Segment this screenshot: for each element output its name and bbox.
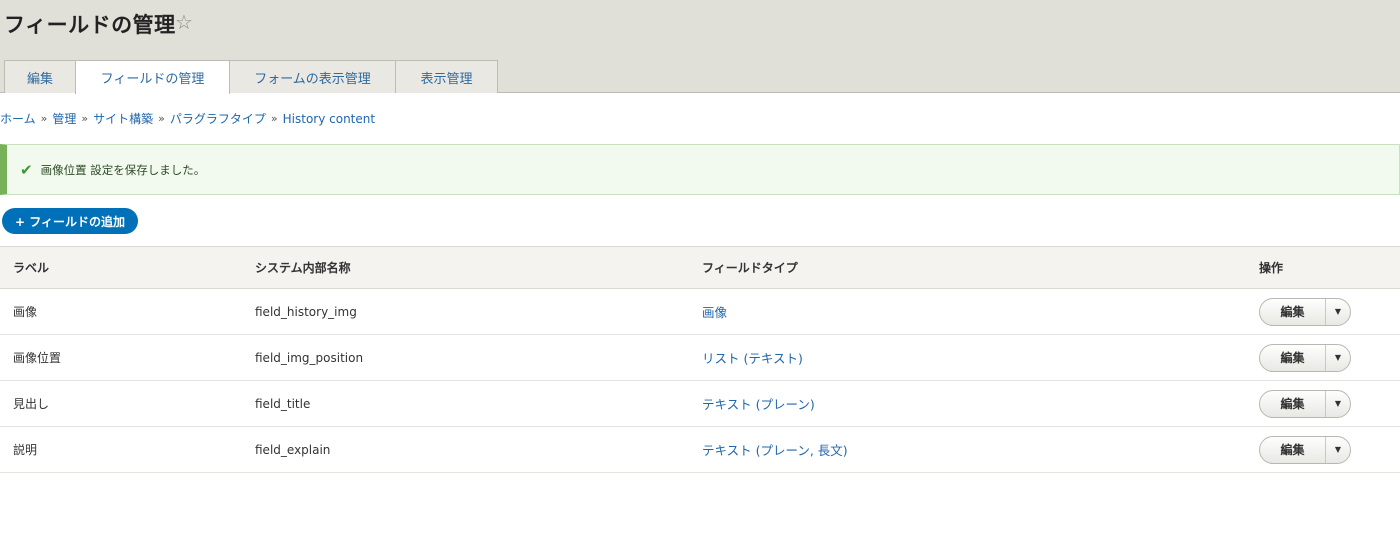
breadcrumb-home[interactable]: ホーム — [0, 110, 36, 127]
tab-manage-form-display[interactable]: フォームの表示管理 — [229, 60, 396, 93]
breadcrumb-separator: » — [40, 112, 48, 125]
field-type-link[interactable]: リスト (テキスト) — [702, 351, 803, 366]
field-type-cell: リスト (テキスト) — [686, 334, 1244, 381]
operations-dropbutton: 編集 ▼ — [1259, 343, 1351, 372]
page-title: フィールドの管理 — [4, 13, 176, 37]
edit-button[interactable]: 編集 — [1260, 390, 1326, 417]
operations-dropbutton: 編集 ▼ — [1259, 389, 1351, 418]
edit-button[interactable]: 編集 — [1260, 436, 1326, 463]
breadcrumb-separator: » — [158, 112, 165, 125]
table-row: 見出し field_title テキスト (プレーン) 編集 ▼ — [0, 380, 1400, 427]
field-label: 見出し — [0, 380, 240, 427]
field-label: 画像 — [0, 288, 240, 335]
column-header-field-type: フィールドタイプ — [686, 246, 1244, 289]
tab-manage-fields[interactable]: フィールドの管理 — [75, 60, 230, 94]
breadcrumb-admin[interactable]: 管理 — [52, 110, 76, 127]
star-icon[interactable]: ☆ — [175, 10, 193, 34]
column-header-operations: 操作 — [1244, 246, 1400, 289]
breadcrumb-structure[interactable]: サイト構築 — [93, 110, 153, 127]
edit-button[interactable]: 編集 — [1260, 298, 1326, 325]
operations-dropbutton: 編集 ▼ — [1259, 297, 1351, 326]
breadcrumb-separator: » — [270, 112, 278, 125]
operations-cell: 編集 ▼ — [1244, 426, 1400, 473]
field-type-link[interactable]: 画像 — [702, 305, 727, 320]
field-type-cell: 画像 — [686, 288, 1244, 335]
dropdown-arrow-icon[interactable]: ▼ — [1326, 391, 1350, 417]
field-type-cell: テキスト (プレーン) — [686, 380, 1244, 427]
breadcrumb-paragraph-types[interactable]: パラグラフタイプ — [170, 110, 266, 127]
dropdown-arrow-icon[interactable]: ▼ — [1326, 345, 1350, 371]
field-machine-name: field_history_img — [240, 288, 686, 335]
table-row: 画像 field_history_img 画像 編集 ▼ — [0, 288, 1400, 335]
edit-button[interactable]: 編集 — [1260, 344, 1326, 371]
status-message: ✔ 画像位置 設定を保存しました。 — [0, 144, 1400, 195]
field-type-link[interactable]: テキスト (プレーン, 長文) — [702, 443, 848, 458]
add-field-button[interactable]: + フィールドの追加 — [2, 208, 138, 234]
field-machine-name: field_explain — [240, 426, 686, 473]
operations-dropbutton: 編集 ▼ — [1259, 435, 1351, 464]
tab-manage-display[interactable]: 表示管理 — [395, 60, 498, 93]
operations-cell: 編集 ▼ — [1244, 380, 1400, 427]
table-header-row: ラベル システム内部名称 フィールドタイプ 操作 — [0, 246, 1400, 289]
fields-table: ラベル システム内部名称 フィールドタイプ 操作 画像 field_histor… — [0, 246, 1400, 473]
tab-edit[interactable]: 編集 — [4, 60, 76, 93]
field-type-cell: テキスト (プレーン, 長文) — [686, 426, 1244, 473]
dropdown-arrow-icon[interactable]: ▼ — [1326, 437, 1350, 463]
field-machine-name: field_img_position — [240, 334, 686, 381]
breadcrumb-separator: » — [81, 112, 89, 125]
table-row: 画像位置 field_img_position リスト (テキスト) 編集 ▼ — [0, 334, 1400, 381]
field-label: 説明 — [0, 426, 240, 473]
page-header: フィールドの管理 ☆ 編集 フィールドの管理 フォームの表示管理 表示管理 — [0, 0, 1400, 94]
checkmark-icon: ✔ — [20, 160, 33, 179]
table-row: 説明 field_explain テキスト (プレーン, 長文) 編集 ▼ — [0, 426, 1400, 473]
field-machine-name: field_title — [240, 380, 686, 427]
dropdown-arrow-icon[interactable]: ▼ — [1326, 299, 1350, 325]
status-message-text: 画像位置 設定を保存しました。 — [40, 162, 206, 177]
operations-cell: 編集 ▼ — [1244, 288, 1400, 335]
field-label: 画像位置 — [0, 334, 240, 381]
column-header-label: ラベル — [0, 246, 240, 289]
breadcrumb-history-content[interactable]: History content — [283, 112, 375, 126]
primary-tabs: 編集 フィールドの管理 フォームの表示管理 表示管理 — [4, 60, 498, 94]
operations-cell: 編集 ▼ — [1244, 334, 1400, 381]
field-type-link[interactable]: テキスト (プレーン) — [702, 397, 815, 412]
column-header-machine-name: システム内部名称 — [240, 246, 686, 289]
breadcrumb: ホーム » 管理 » サイト構築 » パラグラフタイプ » History co… — [0, 110, 375, 127]
